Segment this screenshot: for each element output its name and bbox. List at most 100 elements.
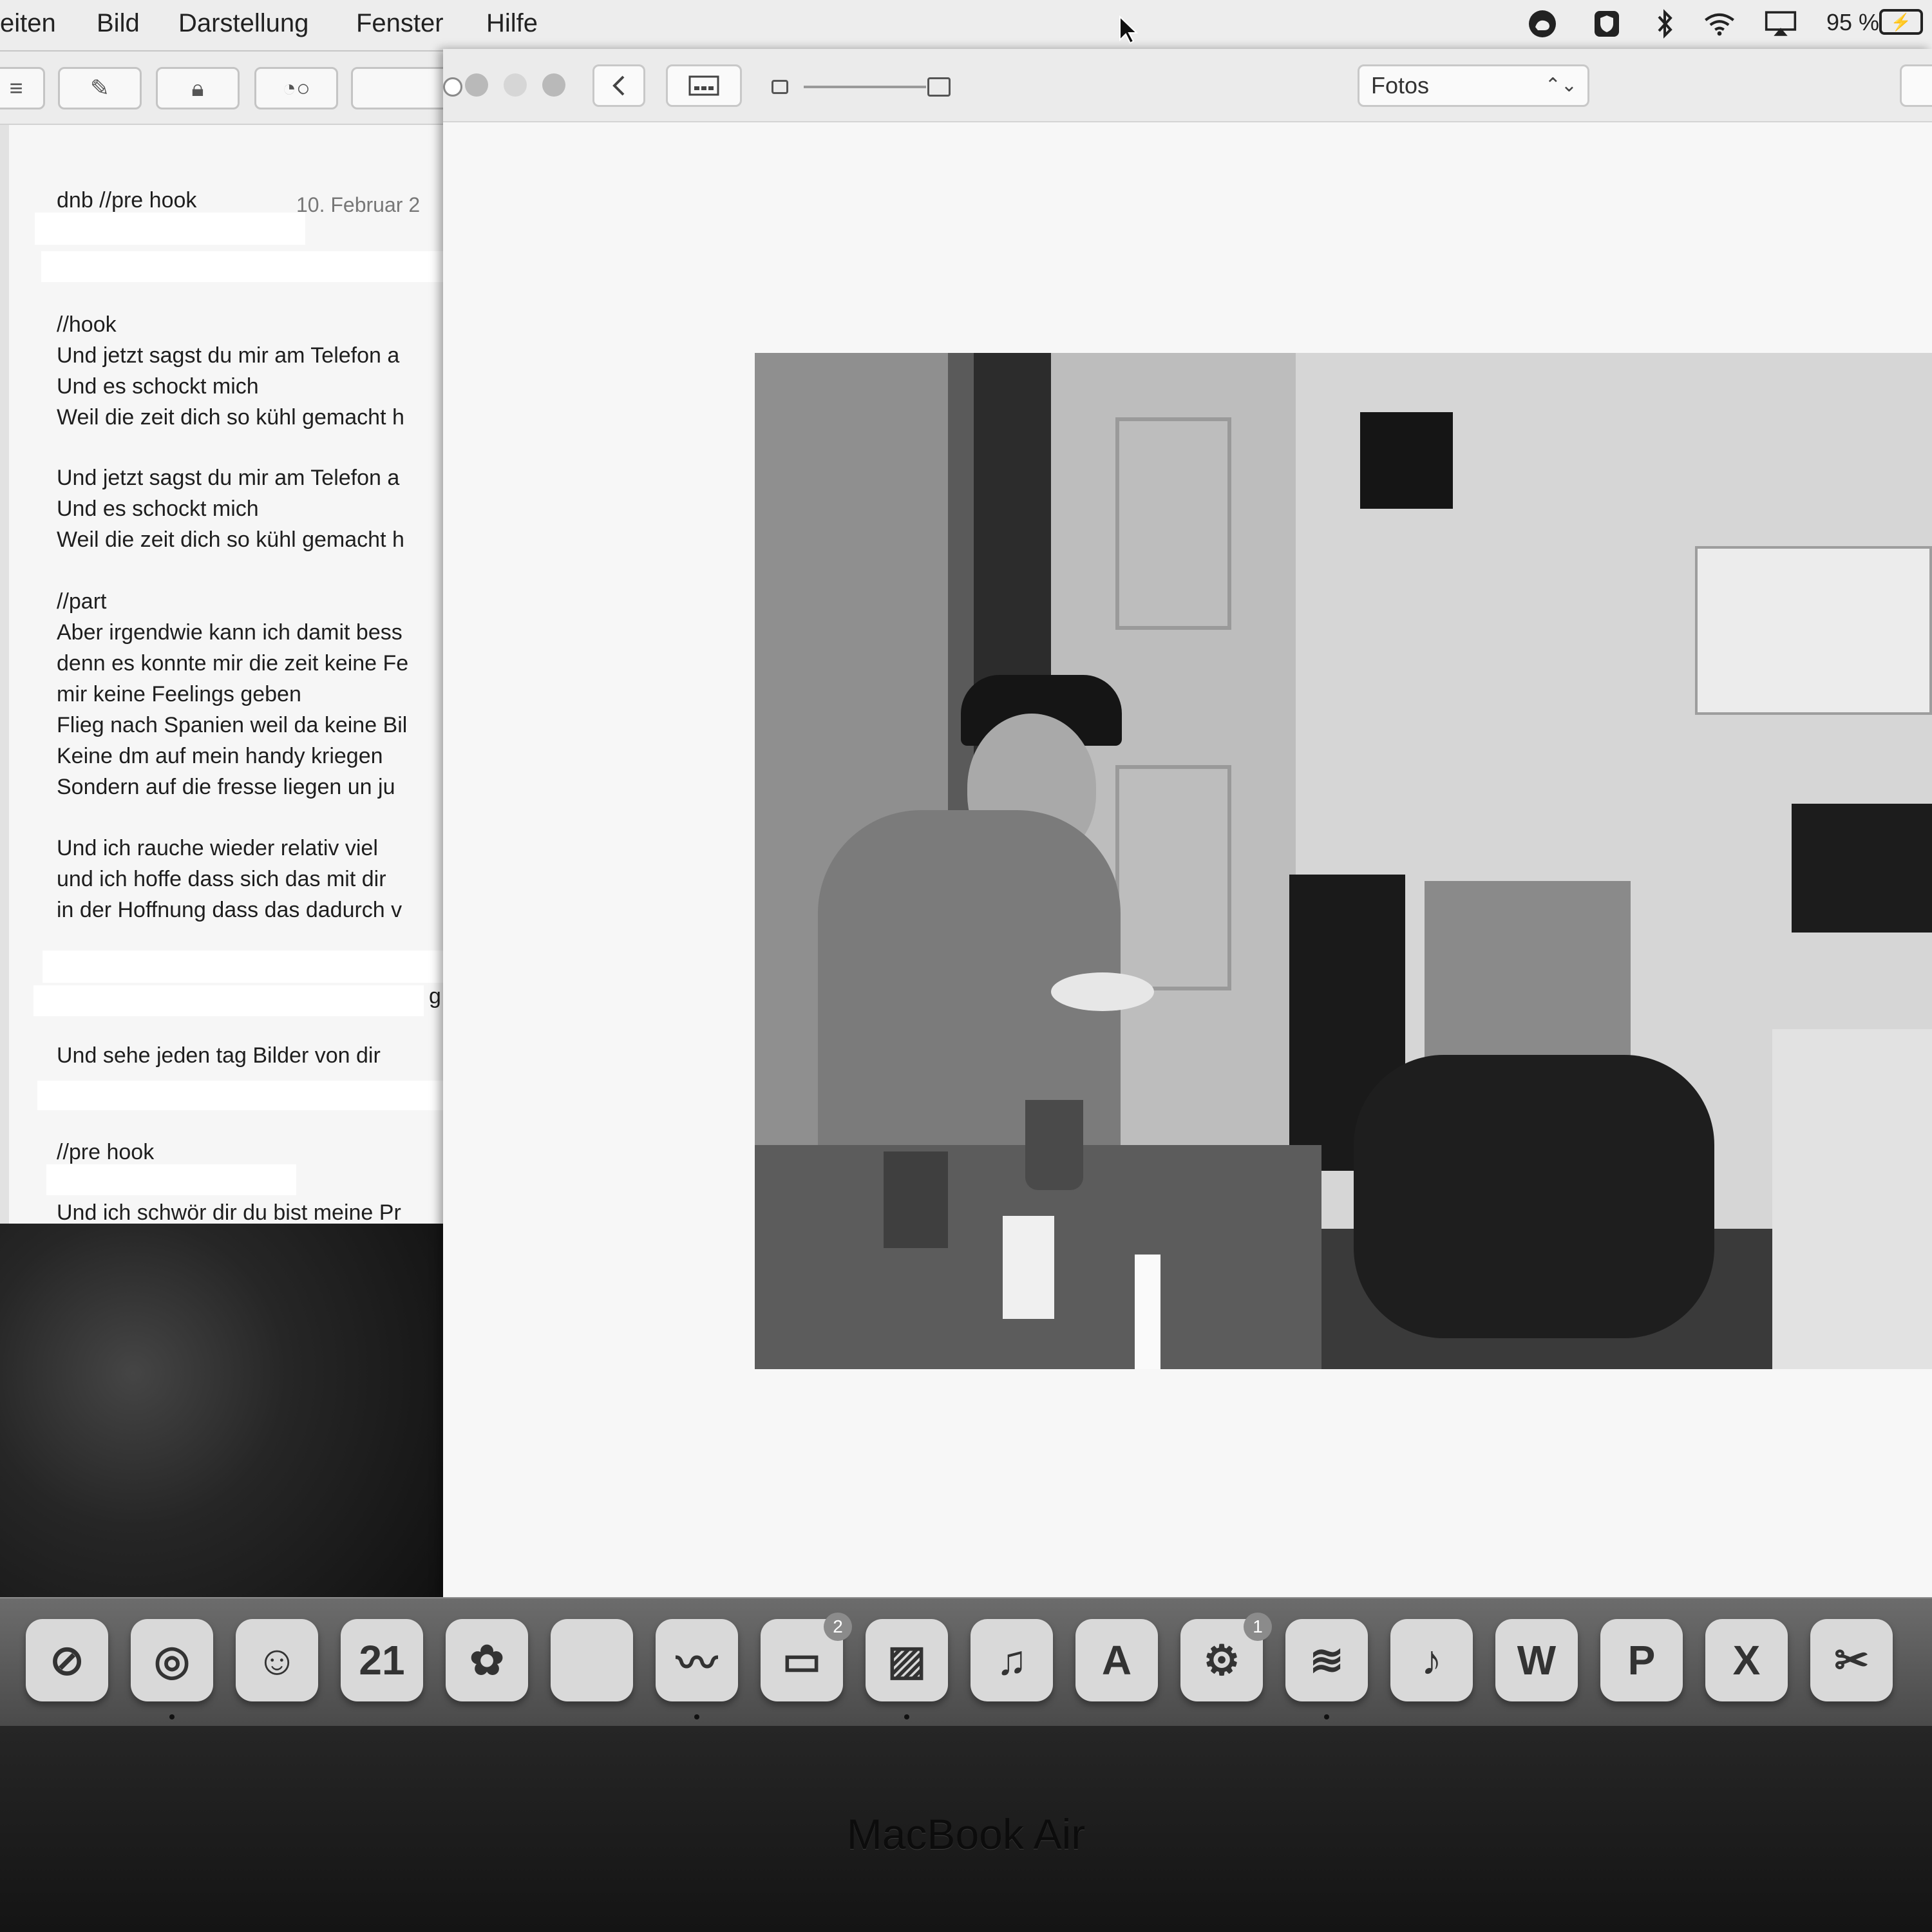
menu-window[interactable]: Fenster (356, 9, 444, 38)
notification-badge: 1 (1244, 1613, 1272, 1641)
wifi-icon[interactable] (1703, 8, 1736, 40)
note-line: und ich hoffe dass sich das mit dir (57, 867, 386, 891)
menu-bar: eiten Bild Darstellung Fenster Hilfe 95 … (0, 0, 1932, 52)
menu-image[interactable]: Bild (97, 9, 140, 38)
photo-image (755, 353, 1932, 1369)
chevron-updown-icon: ⌃⌄ (1544, 75, 1577, 96)
note-line: g (429, 984, 441, 1009)
garageband-glyph: ♪ (1421, 1637, 1442, 1683)
back-button[interactable] (592, 64, 645, 107)
note-line: //pre hook (57, 1140, 155, 1164)
note-line: Und es schockt mich (57, 497, 259, 521)
redaction-bar (41, 251, 444, 282)
mouse-pointer-icon (1119, 15, 1138, 44)
note-line: Und es schockt mich (57, 374, 259, 399)
slider-knob[interactable] (443, 77, 462, 97)
running-indicator (169, 1714, 175, 1719)
spotify-icon[interactable]: ≋ (1285, 1619, 1368, 1701)
note-line: in der Hoffnung dass das dadurch v (57, 898, 402, 922)
system-preferences-icon[interactable]: ⚙ 1 (1180, 1613, 1272, 1701)
facetime-glyph: ▭ (782, 1636, 822, 1683)
note-line: //part (57, 589, 107, 614)
photo-booth-icon[interactable]: ☺ (236, 1619, 318, 1701)
app-store-glyph: A (1101, 1637, 1132, 1683)
facetime-icon[interactable]: ▭ 2 (761, 1613, 852, 1701)
photos-glyph: ✿ (469, 1636, 504, 1683)
word-glyph: W (1517, 1637, 1557, 1683)
spotify-glyph: ≋ (1309, 1636, 1344, 1683)
photo-booth-glyph: ☺ (256, 1637, 298, 1683)
note-line: Weil die zeit dich so kühl gemacht h (57, 527, 404, 552)
running-indicator (1324, 1714, 1329, 1719)
note-line: Aber irgendwie kann ich damit bess (57, 620, 402, 645)
battery-percentage: 95 % (1826, 9, 1880, 35)
calendar-icon[interactable]: 21 (341, 1619, 423, 1701)
note-line: Flieg nach Spanien weil da keine Bil (57, 713, 408, 737)
airplay-icon[interactable] (1765, 8, 1797, 40)
feather-icon[interactable]: 〰 (656, 1619, 738, 1701)
creative-cloud-icon[interactable] (1526, 8, 1558, 40)
note-line: denn es konnte mir die zeit keine Fe (57, 651, 409, 676)
minimize-window-button[interactable] (504, 73, 527, 97)
system-preferences-glyph: ⚙ (1203, 1636, 1240, 1683)
running-indicator (694, 1714, 699, 1719)
note-line: mir keine Feelings geben (57, 682, 301, 706)
redaction-bar (43, 951, 444, 983)
preview-toolbar: Fotos ⌃⌄ (443, 49, 1932, 122)
safari-icon[interactable]: ⊘ (26, 1619, 108, 1701)
redaction-bar (37, 1081, 444, 1110)
note-editor[interactable]: 10. Februar 2 dnb //pre hook //hook Und … (0, 52, 444, 1224)
redaction-bar (46, 1164, 296, 1195)
thumbnail-size-slider[interactable] (804, 86, 926, 88)
note-line: Keine dm auf mein handy kriegen (57, 744, 383, 768)
menu-edit[interactable]: eiten (0, 9, 56, 38)
dock: ⊘ ◎ ☺ 21 ✿ 〰 ▭ 2 ▨ ♫ A ⚙ 1 ≋ ♪ W P X ✂ (0, 1597, 1932, 1727)
instruments-icon[interactable]: ✂ (1810, 1619, 1893, 1701)
sidebar-icon (688, 75, 719, 96)
note-line: dnb //pre hook (57, 188, 197, 213)
large-thumbnail-icon (927, 77, 951, 97)
search-button[interactable] (1900, 64, 1932, 107)
note-line: Und ich schwör dir du bist meine Pr (57, 1200, 401, 1224)
desktop-wallpaper (0, 1224, 444, 1597)
battery-icon[interactable]: ⚡ (1879, 9, 1923, 35)
powerpoint-icon[interactable]: P (1600, 1619, 1683, 1701)
safari-glyph: ⊘ (50, 1636, 84, 1683)
notes-icon[interactable] (551, 1619, 633, 1701)
zoom-window-button[interactable] (542, 73, 565, 97)
feather-glyph: 〰 (676, 1640, 717, 1687)
note-line: Und jetzt sagst du mir am Telefon a (57, 343, 400, 368)
note-line: Und jetzt sagst du mir am Telefon a (57, 466, 400, 490)
menu-help[interactable]: Hilfe (486, 9, 538, 38)
word-icon[interactable]: W (1495, 1619, 1578, 1701)
chrome-icon[interactable]: ◎ (131, 1619, 213, 1701)
menu-view[interactable]: Darstellung (178, 9, 308, 38)
garageband-icon[interactable]: ♪ (1390, 1619, 1473, 1701)
excel-icon[interactable]: X (1705, 1619, 1788, 1701)
note-line: //hook (57, 312, 117, 337)
calendar-glyph: 21 (359, 1637, 405, 1683)
excel-glyph: X (1732, 1637, 1761, 1683)
itunes-icon[interactable]: ♫ (971, 1619, 1053, 1701)
notification-badge: 2 (824, 1613, 852, 1641)
running-indicator (904, 1714, 909, 1719)
album-dropdown-value: Fotos (1371, 72, 1430, 99)
preview-glyph: ▨ (887, 1636, 927, 1683)
shield-icon[interactable] (1591, 8, 1623, 40)
redaction-bar (35, 213, 305, 245)
small-thumbnail-icon (772, 80, 788, 94)
note-line: Und sehe jeden tag Bilder von dir (57, 1043, 381, 1068)
bluetooth-icon[interactable] (1649, 8, 1681, 40)
sidebar-toggle-button[interactable] (666, 64, 742, 107)
chrome-glyph: ◎ (154, 1636, 190, 1683)
album-dropdown[interactable]: Fotos ⌃⌄ (1358, 64, 1589, 107)
chevron-left-icon (612, 75, 625, 96)
preview-icon[interactable]: ▨ (866, 1619, 948, 1701)
notes-window: ≡ ✎ 🔒︎ ◔○ 10. Februar 2 dnb //pre hook /… (0, 52, 460, 1224)
app-store-icon[interactable]: A (1075, 1619, 1158, 1701)
close-window-button[interactable] (465, 73, 488, 97)
itunes-glyph: ♫ (996, 1637, 1027, 1683)
photos-icon[interactable]: ✿ (446, 1619, 528, 1701)
powerpoint-glyph: P (1627, 1637, 1656, 1683)
note-line: Und ich rauche wieder relativ viel (57, 836, 378, 860)
